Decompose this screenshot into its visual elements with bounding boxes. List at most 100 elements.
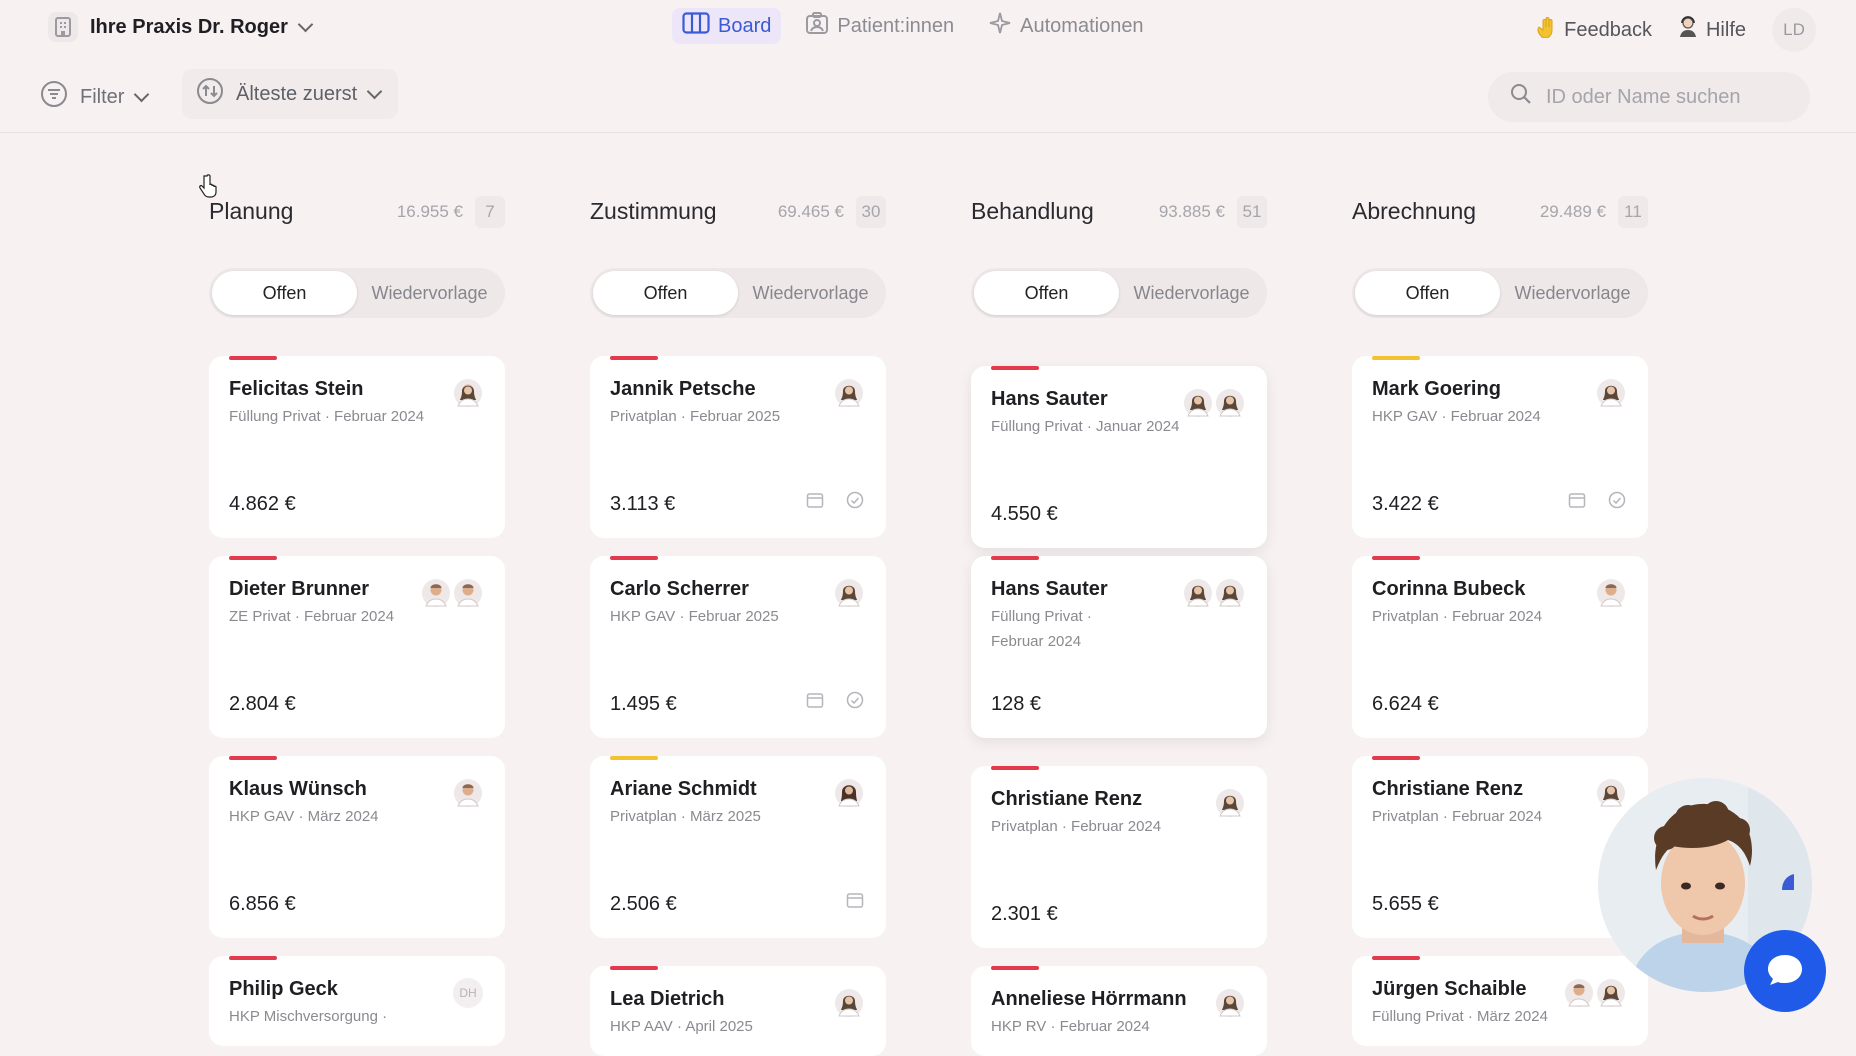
- patient-name: Christiane Renz: [991, 788, 1143, 810]
- patient-card[interactable]: Ariane Schmidt Privatplan · März 2025 2.…: [590, 756, 886, 938]
- card-amount: 2.506 €: [610, 893, 677, 915]
- assignees: [1215, 788, 1245, 818]
- tab-offen[interactable]: Offen: [593, 271, 738, 315]
- user-avatar[interactable]: LD: [1772, 8, 1816, 52]
- column-count-badge: 30: [856, 196, 886, 228]
- priority-bar: [991, 766, 1039, 770]
- tab-offen[interactable]: Offen: [1355, 271, 1500, 315]
- calendar-icon[interactable]: [806, 491, 824, 514]
- nav-patients-label: Patient:innen: [837, 14, 955, 37]
- avatar: [1183, 578, 1213, 608]
- check-circle-icon[interactable]: [1608, 491, 1626, 514]
- patient-name: Felicitas Stein: [229, 378, 364, 400]
- avatar: [1564, 978, 1594, 1008]
- column-header: Zustimmung 69.465 € 30: [590, 190, 886, 238]
- priority-bar: [991, 556, 1039, 560]
- nav-board-label: Board: [718, 14, 772, 37]
- column-title: Planung: [209, 198, 294, 224]
- patient-card[interactable]: Hans Sauter Füllung Privat · Februar 202…: [971, 556, 1267, 738]
- patient-card[interactable]: Carlo Scherrer HKP GAV · Februar 2025 1.…: [590, 556, 886, 738]
- card-amount: 6.624 €: [1372, 693, 1439, 715]
- patient-card[interactable]: Jürgen Schaible Füllung Privat · März 20…: [1352, 956, 1648, 1046]
- avatar: [1215, 988, 1245, 1018]
- chevron-down-icon: [297, 16, 314, 33]
- patient-card[interactable]: Corinna Bubeck Privatplan · Februar 2024…: [1352, 556, 1648, 738]
- patient-card[interactable]: Anneliese Hörrmann HKP RV · Februar 2024: [971, 966, 1267, 1056]
- plan-info: Füllung Privat · Februar 2024: [229, 408, 425, 425]
- feedback-label: Feedback: [1564, 18, 1652, 41]
- card-amount: 5.655 €: [1372, 893, 1439, 915]
- check-circle-icon[interactable]: [846, 491, 864, 514]
- help-button[interactable]: Hilfe: [1678, 16, 1746, 44]
- priority-bar: [1372, 356, 1420, 360]
- priority-bar: [229, 756, 277, 760]
- tab-offen[interactable]: Offen: [974, 271, 1119, 315]
- avatar: [1215, 578, 1245, 608]
- patient-name: Lea Dietrich: [610, 988, 725, 1010]
- patient-card[interactable]: Philip Geck HKP Mischversorgung · DH: [209, 956, 505, 1046]
- sort-icon: [196, 77, 224, 111]
- assignees: [1596, 378, 1626, 408]
- wave-hand-icon: [1536, 16, 1556, 44]
- support-person-icon: [1678, 16, 1698, 44]
- priority-bar: [610, 756, 658, 760]
- calendar-icon[interactable]: [1568, 491, 1586, 514]
- plan-info: Privatplan · März 2025: [610, 808, 761, 825]
- sort-label: Älteste zuerst: [236, 82, 358, 105]
- avatar: [1596, 578, 1626, 608]
- avatar: [1215, 788, 1245, 818]
- patient-card[interactable]: Jannik Petsche Privatplan · Februar 2025…: [590, 356, 886, 538]
- patient-card[interactable]: Klaus Wünsch HKP GAV · März 2024 6.856 €: [209, 756, 505, 938]
- assignees: [834, 378, 864, 408]
- patient-name: Ariane Schmidt: [610, 778, 757, 800]
- patient-name: Christiane Renz: [1372, 778, 1524, 800]
- patient-card[interactable]: Dieter Brunner ZE Privat · Februar 2024 …: [209, 556, 505, 738]
- tab-wiedervorlage[interactable]: Wiedervorlage: [1500, 271, 1645, 315]
- column-count-badge: 11: [1618, 196, 1648, 228]
- plan-info: HKP GAV · März 2024: [229, 808, 379, 825]
- check-circle-icon[interactable]: [846, 691, 864, 714]
- tab-wiedervorlage[interactable]: Wiedervorlage: [357, 271, 502, 315]
- patient-card[interactable]: Hans Sauter Füllung Privat · Januar 2024…: [971, 366, 1267, 548]
- tab-offen[interactable]: Offen: [212, 271, 357, 315]
- sort-dropdown[interactable]: Älteste zuerst: [182, 69, 399, 119]
- practice-switcher[interactable]: Ihre Praxis Dr. Roger: [48, 10, 314, 44]
- assignees: DH: [453, 978, 483, 1008]
- assignees: [1564, 978, 1626, 1008]
- avatar: [834, 578, 864, 608]
- nav-automations[interactable]: Automationen: [978, 8, 1153, 44]
- column-header: Behandlung 93.885 € 51: [971, 190, 1267, 238]
- patient-name: Jannik Petsche: [610, 378, 756, 400]
- board-icon: [682, 12, 710, 40]
- help-label: Hilfe: [1705, 18, 1746, 41]
- priority-bar: [610, 966, 658, 970]
- priority-bar: [991, 366, 1039, 370]
- patient-name: Klaus Wünsch: [229, 778, 367, 800]
- filter-button[interactable]: Filter: [40, 80, 150, 114]
- card-amount: 1.495 €: [610, 693, 677, 715]
- plan-info: Füllung Privat ·: [991, 608, 1092, 625]
- hand-cursor-icon: [198, 174, 218, 203]
- patient-card[interactable]: Felicitas Stein Füllung Privat · Februar…: [209, 356, 505, 538]
- search-input[interactable]: ID oder Name suchen: [1488, 72, 1810, 122]
- building-icon: [48, 12, 78, 42]
- patient-name: Hans Sauter: [991, 388, 1108, 410]
- card-amount: 4.862 €: [229, 493, 296, 515]
- nav-board[interactable]: Board: [672, 8, 782, 44]
- avatar: [834, 988, 864, 1018]
- chat-bubble-icon: [1765, 951, 1805, 992]
- card-actions: [1568, 491, 1626, 514]
- tab-wiedervorlage[interactable]: Wiedervorlage: [1119, 271, 1264, 315]
- patient-card[interactable]: Mark Goering HKP GAV · Februar 2024 3.42…: [1352, 356, 1648, 538]
- chat-launcher-button[interactable]: [1744, 930, 1826, 1012]
- nav-patients[interactable]: Patient:innen: [795, 8, 964, 44]
- calendar-icon[interactable]: [846, 891, 864, 914]
- feedback-button[interactable]: Feedback: [1536, 16, 1652, 44]
- avatar: [1596, 778, 1626, 808]
- column-amount: 16.955 €: [396, 202, 463, 221]
- calendar-icon[interactable]: [806, 691, 824, 714]
- tab-wiedervorlage[interactable]: Wiedervorlage: [738, 271, 883, 315]
- patient-card[interactable]: Christiane Renz Privatplan · Februar 202…: [971, 766, 1267, 948]
- assignees: [834, 778, 864, 808]
- patient-card[interactable]: Lea Dietrich HKP AAV · April 2025: [590, 966, 886, 1056]
